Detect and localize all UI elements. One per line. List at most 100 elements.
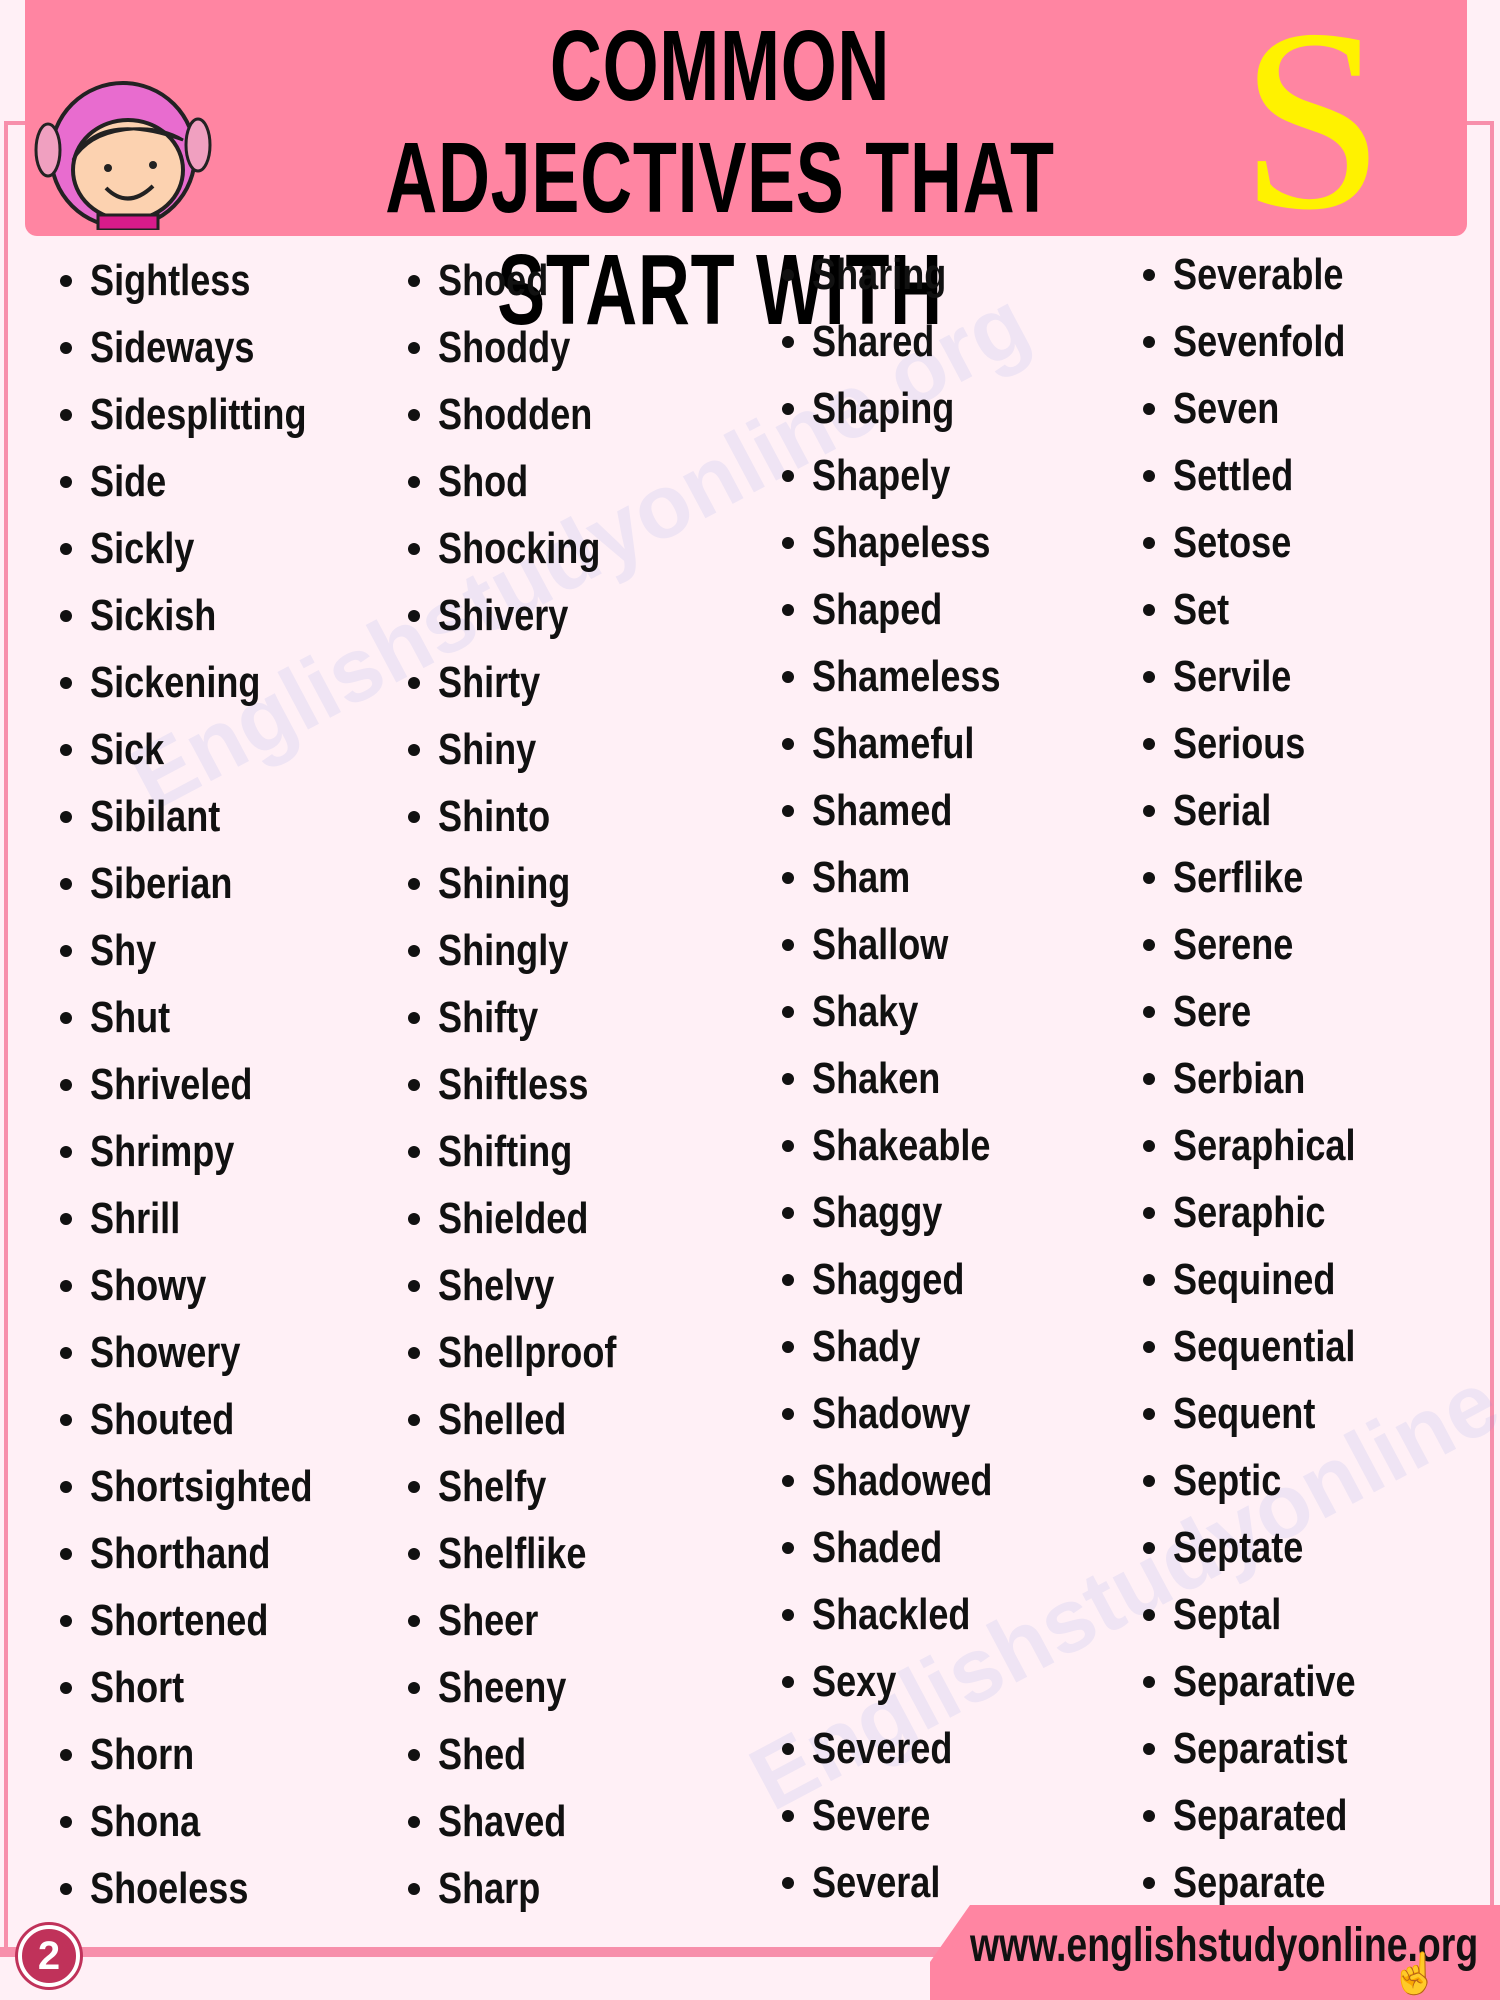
bullet-icon [1143,872,1155,884]
adjective-word: Shouted [90,1395,235,1444]
list-item: Septal [1143,1590,1305,1640]
bullet-icon [782,1609,794,1621]
list-item: Shrimpy [60,1127,266,1177]
adjective-word: Shifting [438,1127,573,1176]
bullet-icon [782,671,794,683]
list-item: Serial [1143,786,1293,836]
bullet-icon [408,945,420,957]
adjective-word: Shallow [812,920,949,969]
list-item: Shinto [408,792,575,842]
bullet-icon [408,1146,420,1158]
list-item: Severed [782,1724,983,1774]
bullet-icon [60,342,72,354]
adjective-word: Severe [812,1791,931,1840]
adjective-word: Shady [812,1322,921,1371]
adjective-word: Separate [1173,1858,1326,1907]
adjective-word: Serial [1173,786,1272,835]
list-item: Shoddy [408,323,599,373]
bullet-icon [782,1877,794,1889]
list-item: Sideways [60,323,291,373]
bullet-icon [408,1749,420,1761]
adjective-word: Sequent [1173,1389,1316,1438]
adjective-word: Shorthand [90,1529,271,1578]
adjective-word: Serene [1173,920,1294,969]
list-item: Shakeable [782,1121,1030,1171]
bullet-icon [782,1140,794,1152]
bullet-icon [408,878,420,890]
list-item: Separated [1143,1791,1386,1841]
bullet-icon [60,1012,72,1024]
list-item: Serene [1143,920,1320,970]
list-item: Shifting [408,1127,602,1177]
bullet-icon [60,1816,72,1828]
adjective-word: Shoddy [438,323,571,372]
adjective-word: Sickish [90,591,217,640]
list-item: Shrill [60,1194,200,1244]
pointer-hand-icon: ☝ [1390,1952,1440,1996]
bullet-icon [1143,403,1155,415]
bullet-icon [1143,269,1155,281]
bullet-icon [782,1676,794,1688]
bullet-icon [408,275,420,287]
bullet-icon [60,878,72,890]
adjective-word: Shivery [438,591,569,640]
bullet-icon [60,811,72,823]
list-item: Sevenfold [1143,317,1383,367]
bullet-icon [782,738,794,750]
adjective-word: Separatist [1173,1724,1348,1773]
list-item: Siberian [60,859,264,909]
list-item: Shiny [408,725,558,775]
adjective-word: Shona [90,1797,201,1846]
bullet-icon [782,1073,794,1085]
adjective-word: Shaken [812,1054,941,1103]
list-item: Sheeny [408,1663,595,1713]
list-item: Setose [1143,518,1317,568]
list-item: Separative [1143,1657,1396,1707]
list-item: Shriveled [60,1060,288,1110]
bullet-icon [782,805,794,817]
bullet-icon [408,1213,420,1225]
list-item: Sharp [408,1864,563,1914]
list-item: Sheer [408,1596,560,1646]
adjective-word: Severed [812,1724,953,1773]
adjective-word: Serflike [1173,853,1304,902]
list-item: Shodden [408,390,626,440]
bullet-icon [60,1213,72,1225]
adjective-word: Shingly [438,926,569,975]
adjective-word: Shoeless [90,1864,249,1913]
list-item: Separatist [1143,1724,1386,1774]
list-item: Shelled [408,1395,595,1445]
list-item: Shielded [408,1194,621,1244]
adjective-word: Shadowy [812,1389,971,1438]
list-item: Sequential [1143,1322,1396,1372]
bullet-icon [60,1347,72,1359]
adjective-word: Short [90,1663,185,1712]
bullet-icon [408,744,420,756]
bullet-icon [782,1341,794,1353]
list-item: Set [1143,585,1241,635]
adjective-word: Septal [1173,1590,1282,1639]
adjective-word: Serbian [1173,1054,1306,1103]
adjective-word: Shortened [90,1596,269,1645]
bullet-icon [1143,336,1155,348]
adjective-word: Seraphical [1173,1121,1356,1170]
bullet-icon [60,1414,72,1426]
adjective-word: Shackled [812,1590,971,1639]
adjective-word: Shagged [812,1255,965,1304]
list-item: Shut [60,993,188,1043]
list-item: Sick [60,725,181,775]
bullet-icon [60,1883,72,1895]
adjective-word: Sevenfold [1173,317,1346,366]
adjective-word: Sere [1173,987,1252,1036]
bullet-icon [1143,1341,1155,1353]
list-item: Shapely [782,451,981,501]
adjective-word: Shelflike [438,1529,587,1578]
adjective-word: Sheer [438,1596,539,1645]
list-item: Septate [1143,1523,1332,1573]
adjective-word: Shifty [438,993,539,1042]
adjective-word: Several [812,1858,941,1907]
bullet-icon [408,342,420,354]
bullet-icon [408,1548,420,1560]
bullet-icon [408,1347,420,1359]
adjective-word: Sibilant [90,792,221,841]
